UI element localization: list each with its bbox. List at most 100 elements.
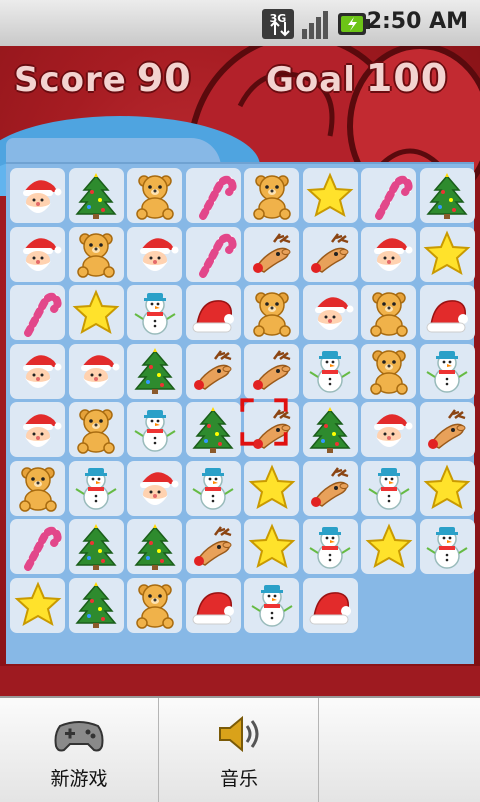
cane-tile[interactable] [185,226,241,282]
hat-tile[interactable] [302,577,358,633]
bear-tile[interactable] [244,168,299,223]
bear-tile[interactable] [361,285,416,340]
bear-tile[interactable] [361,343,416,399]
reindeer-tile[interactable] [419,402,475,457]
tree-tile[interactable] [127,519,182,574]
reindeer-icon [311,467,349,507]
tree-tile[interactable] [68,519,124,574]
hat-tile[interactable] [185,285,241,340]
reindeer-tile[interactable] [185,519,241,574]
bear-tile[interactable] [68,226,124,282]
tree-tile[interactable] [127,343,182,399]
star-tile[interactable] [244,519,299,574]
snowman-tile[interactable] [244,577,299,633]
bear-icon [18,467,57,512]
star-tile[interactable] [419,226,475,282]
santa-tile[interactable] [10,343,65,399]
snowman-tile[interactable] [185,460,241,516]
star-tile[interactable] [68,285,124,340]
cane-tile[interactable] [10,285,65,340]
music-button[interactable]: 音乐 [160,698,319,802]
new-game-label: 新游戏 [50,768,108,790]
star-icon [72,288,120,334]
reindeer-icon [252,350,290,390]
hat-icon [426,299,468,332]
reindeer-tile[interactable] [244,343,299,399]
santa-tile[interactable] [361,402,416,457]
goal-value: 100 [365,56,449,100]
santa-tile[interactable] [10,168,65,223]
santa-tile[interactable] [10,226,65,282]
santa-tile[interactable] [302,285,358,340]
signal-strength-icon [302,11,328,39]
santa-tile[interactable] [10,402,65,457]
snowman-tile[interactable] [68,460,124,516]
game-board[interactable] [6,162,475,664]
tree-tile[interactable] [302,402,358,457]
snowman-icon [133,292,176,335]
tree-tile[interactable] [68,577,124,633]
clock: 2:50 AM [366,9,468,34]
goal-display: Goal 100 [266,56,448,100]
snowman-tile[interactable] [419,343,475,399]
tree-tile[interactable] [185,402,241,457]
bear-tile[interactable] [68,402,124,457]
hat-tile[interactable] [185,577,241,633]
star-tile[interactable] [10,577,65,633]
snowman-icon [133,409,176,452]
snowman-icon [309,351,351,393]
bear-icon [369,350,408,395]
tree-tile[interactable] [419,168,475,223]
snowman-icon [426,351,468,393]
cane-tile[interactable] [361,168,416,223]
reindeer-tile[interactable] [302,460,358,516]
snowman-tile[interactable] [302,519,358,574]
reindeer-tile[interactable] [240,398,299,457]
reindeer-tile[interactable] [302,226,358,282]
reindeer-icon [311,233,349,273]
bear-tile[interactable] [244,285,299,340]
cane-icon [23,292,62,337]
star-icon [248,522,295,568]
santa-icon [373,238,412,271]
bear-icon [252,291,291,337]
reindeer-tile[interactable] [244,226,299,282]
tree-tile[interactable] [68,168,124,223]
star-tile[interactable] [361,519,416,574]
star-tile[interactable] [419,460,475,516]
network-type-text: 3G [270,12,287,25]
santa-tile[interactable] [361,226,416,282]
bear-tile[interactable] [127,168,182,223]
reindeer-tile[interactable] [185,343,241,399]
bear-tile[interactable] [127,577,182,633]
santa-icon [22,355,61,388]
hat-icon [309,592,351,625]
snowman-tile[interactable] [127,285,182,340]
cane-tile[interactable] [185,168,241,223]
star-tile[interactable] [244,460,299,516]
snowman-tile[interactable] [127,402,182,457]
3g-data-icon: 3G [262,9,294,39]
bear-icon [77,233,115,278]
santa-icon [81,355,120,388]
reindeer-icon [428,408,466,449]
santa-tile[interactable] [127,226,182,282]
reindeer-icon [194,350,232,390]
snowman-tile[interactable] [419,519,475,574]
snowman-tile[interactable] [361,460,416,516]
music-label: 音乐 [219,768,258,790]
bear-tile[interactable] [10,460,65,516]
goal-label: Goal [266,60,356,100]
star-tile[interactable] [302,168,358,223]
snowman-tile[interactable] [302,343,358,399]
tree-icon [75,172,117,219]
star-icon [423,230,471,276]
new-game-button[interactable]: 新游戏 [0,698,159,802]
hat-tile[interactable] [419,285,475,340]
santa-tile[interactable] [68,343,124,399]
cane-icon [199,233,237,278]
santa-icon [22,238,61,271]
cane-icon [199,175,237,220]
santa-tile[interactable] [127,460,182,516]
cane-tile[interactable] [10,519,65,574]
